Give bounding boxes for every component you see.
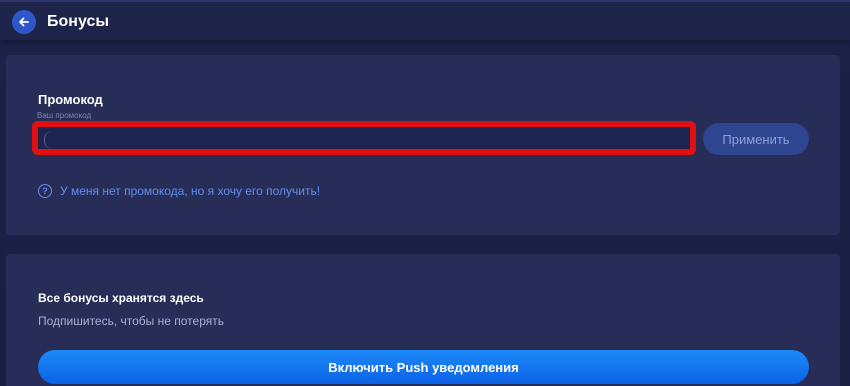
arrow-left-icon [19, 17, 29, 27]
top-bar: Бонусы [0, 0, 850, 40]
push-heading: Все бонусы хранятся здесь [38, 291, 204, 305]
promo-field-label: Ваш промокод [37, 111, 92, 120]
question-icon: ? [38, 184, 52, 198]
promo-heading: Промокод [38, 92, 103, 107]
push-card: Все бонусы хранятся здесь Подпишитесь, ч… [6, 254, 840, 386]
enable-push-button[interactable]: Включить Push уведомления [38, 350, 809, 384]
promo-card: Промокод Ваш промокод Применить ? У меня… [6, 55, 840, 235]
promo-input-highlight [32, 121, 696, 155]
promo-code-input[interactable] [44, 131, 684, 149]
back-button[interactable] [12, 10, 36, 34]
apply-button[interactable]: Применить [703, 123, 809, 155]
page-title: Бонусы [47, 13, 109, 30]
push-subtitle: Подпишитесь, чтобы не потерять [38, 314, 225, 328]
bonuses-page: Бонусы Промокод Ваш промокод Применить ?… [0, 0, 850, 386]
get-promo-link-text: У меня нет промокода, но я хочу его полу… [60, 184, 321, 198]
get-promo-link[interactable]: ? У меня нет промокода, но я хочу его по… [38, 184, 320, 198]
